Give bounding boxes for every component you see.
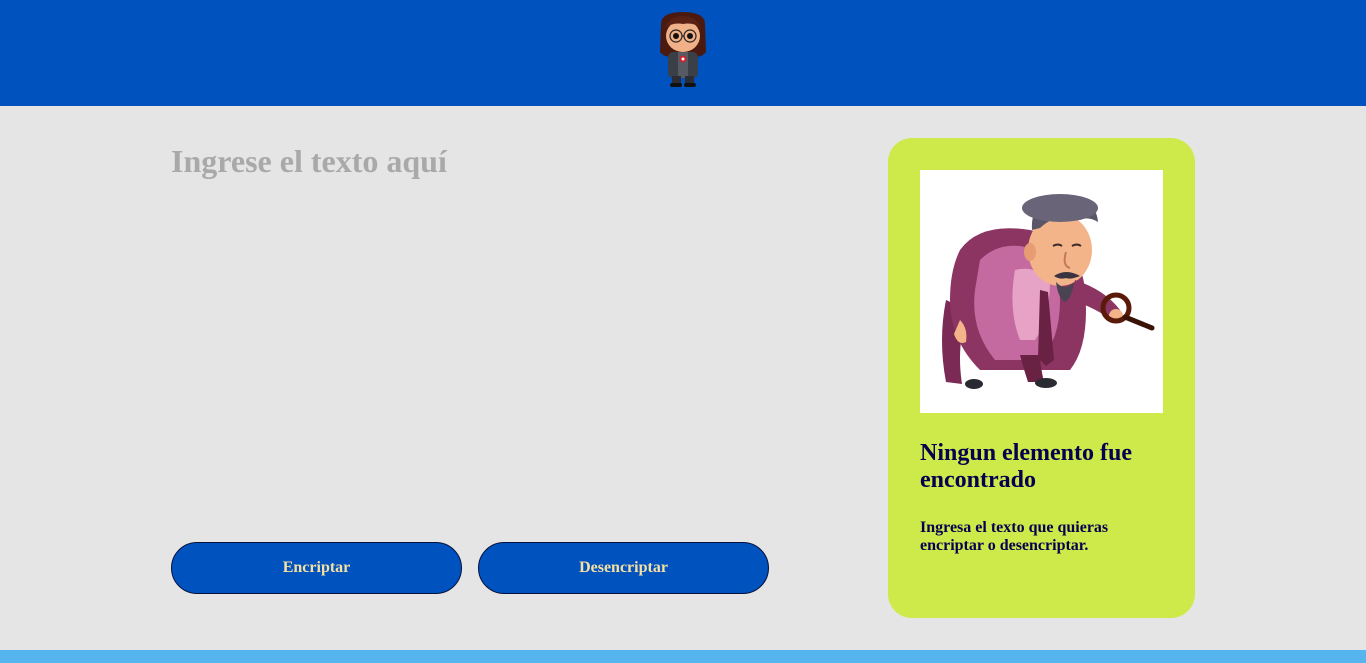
page-footer	[0, 650, 1366, 663]
girl-avatar-icon	[655, 12, 711, 88]
page-header	[0, 0, 1366, 106]
encrypt-button[interactable]: Encriptar	[171, 542, 462, 594]
result-message: Ingresa el texto que quieras encriptar o…	[920, 519, 1109, 554]
main-content: Encriptar Desencriptar	[0, 106, 1366, 650]
result-panel: Ningun elemento fue encontrado Ingresa e…	[888, 138, 1195, 618]
text-input[interactable]	[171, 142, 771, 482]
result-title: Ningun elemento fue encontrado	[920, 440, 1132, 493]
detective-magnifier-illustration	[920, 170, 1163, 413]
decrypt-button[interactable]: Desencriptar	[478, 542, 769, 594]
